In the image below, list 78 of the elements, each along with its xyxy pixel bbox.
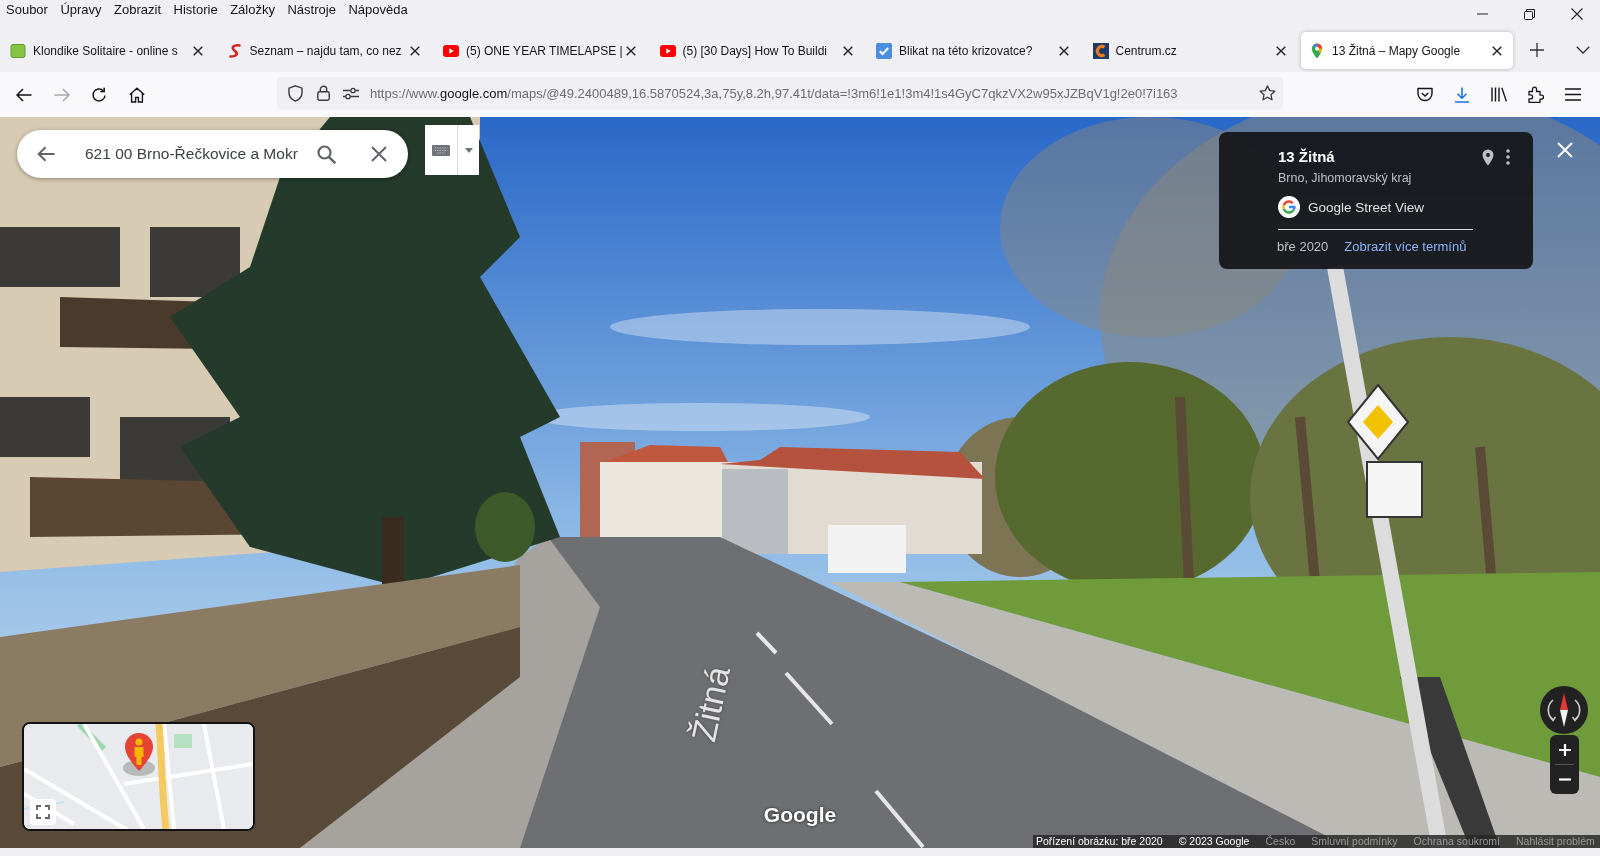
close-icon [842,45,853,56]
close-icon [626,45,636,56]
browser-tab[interactable]: Centrum.cz [1084,32,1297,69]
more-dates-link[interactable]: Zobrazit více termínů [1344,238,1467,254]
menu-item[interactable]: Záložky [224,0,281,20]
plus-icon [1558,743,1571,756]
caret-down-icon [464,147,473,153]
logo-wordmark: Google [763,803,837,827]
menu-item[interactable]: Zobrazit [108,0,168,20]
close-icon [409,45,420,56]
back-arrow-icon [37,146,55,162]
library-icon [1490,87,1508,102]
home-icon [128,86,145,103]
source-label: Google Street View [1308,199,1425,215]
close-icon [1570,8,1583,20]
video-play-icon [659,42,676,59]
close-icon [193,45,203,56]
shield-icon [287,84,303,102]
menu-item[interactable]: Nápověda [342,0,414,20]
street-name-label: Žitná [684,662,738,746]
tile-icon [10,42,26,59]
browser-tab[interactable]: (5) [30 Days] How To Buildi [651,32,864,69]
checkbox-icon [876,42,892,59]
minus-icon [1558,778,1571,781]
search-icon [316,144,336,164]
keyboard-icon [432,144,450,156]
forward-arrow-icon [53,87,70,102]
more-vertical-icon [1506,149,1510,165]
pocket-icon [1417,87,1433,102]
attribution-link[interactable]: Smluvní podmínky [1311,835,1398,848]
location-title: 13 Žitná [1278,147,1336,167]
input-tools-dropdown[interactable] [458,125,479,175]
expand-button[interactable] [30,799,56,825]
video-play-icon [443,42,459,59]
plus-icon [1530,43,1544,57]
restore-icon [1524,8,1535,20]
swoosh-icon [226,42,243,59]
close-icon [1492,45,1502,56]
sliders-icon [343,86,359,100]
menu-item[interactable]: Nástroje [281,0,342,20]
star-icon [1258,85,1276,101]
url-field[interactable]: https://www.google.com/maps/@49.2400489,16.5870524,3a,75y,8.2h,97.41t/data=!3m6!1e1!3m4!1s4GyC7qkzVX2w95xJZBqV1g!2e0!7i163 [370,85,1255,101]
attribution-text: © 2023 Google [1178,835,1250,848]
location-subtitle: Brno, Jihomoravský kraj [1278,170,1413,187]
arc-logo-icon [1092,42,1109,59]
shrub [475,492,535,562]
browser-tab[interactable]: Klondike Solitaire - online s [2,32,214,69]
browser-tab[interactable]: (5) ONE YEAR TIMELAPSE | [435,32,647,69]
puzzle-piece-icon [1528,86,1544,103]
minimize-icon [1477,13,1488,15]
download-icon [1454,86,1470,103]
map-pin-icon [1309,42,1325,59]
close-icon [1059,45,1069,56]
attribution-text: Pořízení obrázku: bře 2020 [1036,835,1163,848]
menu-item[interactable]: Úpravy [54,0,108,20]
region-text: Česko [1265,835,1296,848]
browser-tab[interactable]: Blikat na této krizovatce? [868,32,1080,69]
menu-icon [1565,88,1581,101]
lock-icon [316,85,330,101]
map-pin-icon [1482,148,1494,166]
browser-tab[interactable]: Seznam – najdu tam, co nez [218,32,431,69]
keyboard-button[interactable] [425,125,458,175]
capture-date: bře 2020 [1277,238,1329,254]
attribution-link[interactable]: Nahlásit problém [1516,835,1595,848]
reload-icon [91,86,107,103]
chevron-down-icon [1575,46,1590,54]
attribution-link[interactable]: Ochrana soukromí [1413,835,1500,848]
search-field[interactable]: 621 00 Brno-Řečkovice a Mokr [85,143,306,165]
close-icon [1557,142,1573,158]
pegman-pin-icon [122,732,156,776]
fullscreen-icon [36,805,50,819]
close-icon [371,146,387,162]
g-logo-icon [1278,196,1300,218]
menu-item[interactable]: Soubor [0,0,54,20]
close-icon [1275,45,1286,56]
menu-item[interactable]: Historie [167,0,224,20]
browser-tab[interactable]: 13 Žitná – Mapy Google [1301,32,1513,69]
back-arrow-icon [16,87,32,102]
